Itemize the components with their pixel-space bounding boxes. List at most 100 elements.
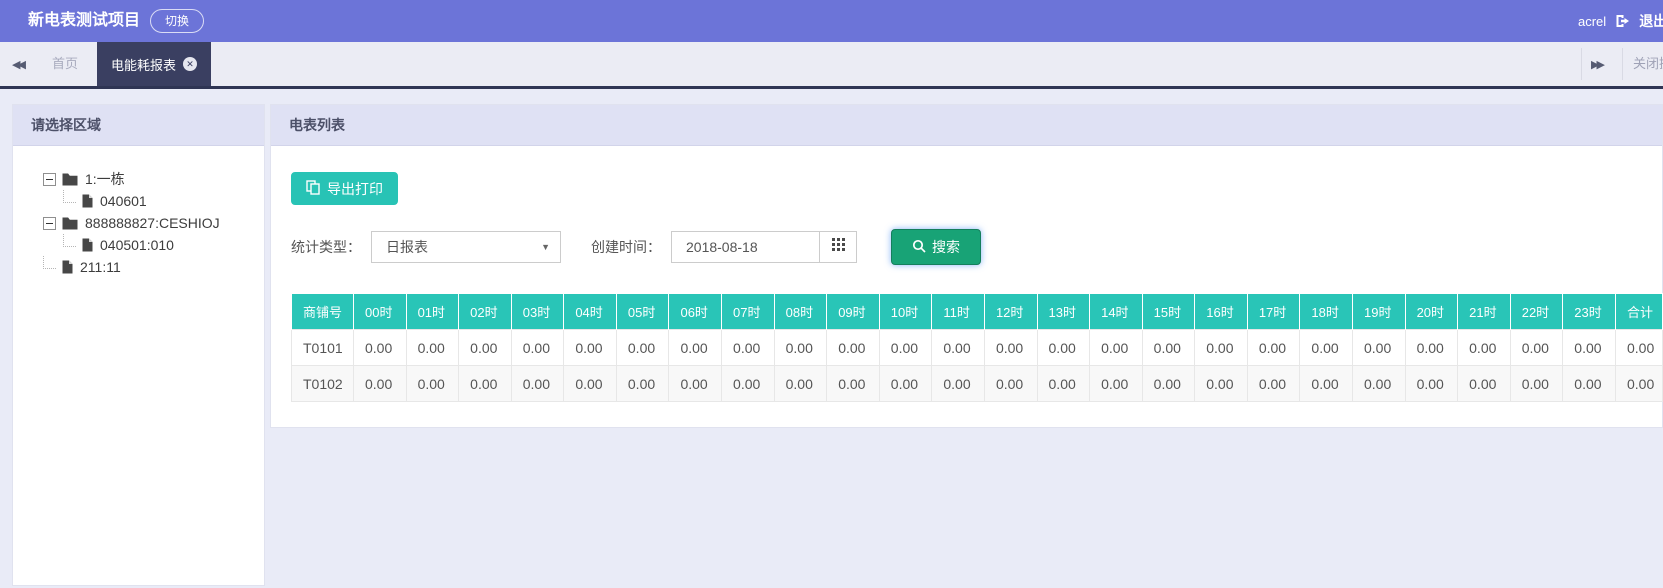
table-cell: 0.00 bbox=[511, 330, 564, 366]
meter-table-head-row: 商铺号00时01时02时03时04时05时06时07时08时09时10时11时1… bbox=[292, 294, 1663, 330]
column-header: 03时 bbox=[511, 294, 564, 330]
table-cell: 0.00 bbox=[406, 366, 459, 402]
table-cell: 0.00 bbox=[1405, 366, 1458, 402]
tree-connector-line bbox=[63, 234, 76, 247]
table-cell: 0.00 bbox=[1510, 366, 1563, 402]
search-button[interactable]: 搜索 bbox=[891, 229, 981, 265]
table-cell: 0.00 bbox=[1247, 330, 1300, 366]
tree-node-label: 888888827:CESHIOJ bbox=[85, 215, 220, 231]
column-header: 23时 bbox=[1563, 294, 1616, 330]
stat-type-select[interactable]: 日报表 ▼ bbox=[371, 231, 561, 263]
column-header: 19时 bbox=[1352, 294, 1405, 330]
create-time-input[interactable] bbox=[671, 231, 819, 263]
tab-energy-report-label: 电能耗报表 bbox=[111, 55, 176, 74]
meter-list-panel: 电表列表 导出打印 统计类型： 日报表 ▼ 创建时间： bbox=[270, 104, 1663, 428]
table-cell: 0.00 bbox=[1037, 366, 1090, 402]
table-cell: 0.00 bbox=[1405, 330, 1458, 366]
tabbar-divider bbox=[1622, 48, 1623, 80]
export-print-button[interactable]: 导出打印 bbox=[291, 172, 398, 205]
table-cell: 0.00 bbox=[616, 330, 669, 366]
column-header: 22时 bbox=[1510, 294, 1563, 330]
tabs-scroll-left-button[interactable]: ◀◀ bbox=[12, 42, 26, 86]
username-label: acrel bbox=[1578, 14, 1606, 29]
close-operations-menu[interactable]: 关闭操作 bbox=[1633, 42, 1663, 86]
tree-node-label: 211:11 bbox=[80, 259, 121, 275]
column-header: 13时 bbox=[1037, 294, 1090, 330]
column-header: 11时 bbox=[932, 294, 985, 330]
tab-bar: ◀◀ 首页 电能耗报表 ✕ ▶▶ 关闭操作 bbox=[0, 42, 1663, 89]
table-cell: 0.00 bbox=[354, 366, 407, 402]
tree-collapse-toggle[interactable] bbox=[43, 173, 56, 186]
table-cell: 0.00 bbox=[1616, 366, 1663, 402]
table-cell: 0.00 bbox=[879, 366, 932, 402]
table-cell: 0.00 bbox=[564, 366, 617, 402]
logout-button[interactable]: 退出 bbox=[1639, 11, 1663, 31]
double-chevron-right-icon: ▶▶ bbox=[1591, 58, 1602, 71]
column-header: 15时 bbox=[1142, 294, 1195, 330]
table-cell: 0.00 bbox=[1090, 366, 1143, 402]
tree-node-file[interactable]: 040601 bbox=[43, 190, 254, 212]
close-tab-icon[interactable]: ✕ bbox=[183, 57, 197, 71]
column-header: 16时 bbox=[1195, 294, 1248, 330]
switch-project-button[interactable]: 切换 bbox=[150, 9, 204, 33]
tree-node-label: 040501:010 bbox=[100, 237, 174, 253]
app-root: 新电表测试项目 切换 acrel 退出 ◀◀ 首页 电能耗报表 ✕ ▶▶ 关闭操… bbox=[0, 0, 1663, 588]
table-cell: 0.00 bbox=[459, 366, 512, 402]
tree-node-file[interactable]: 211:11 bbox=[43, 256, 254, 278]
export-print-label: 导出打印 bbox=[327, 179, 383, 199]
calendar-grid-icon bbox=[832, 238, 845, 256]
stat-type-selected-value: 日报表 bbox=[386, 237, 428, 257]
filter-row: 统计类型： 日报表 ▼ 创建时间： bbox=[291, 229, 1662, 265]
area-tree: 1:一栋 040601 888888827:CESHIOJ 040501:010 211… bbox=[13, 146, 264, 278]
tree-node-folder[interactable]: 888888827:CESHIOJ bbox=[43, 212, 254, 234]
folder-icon bbox=[62, 173, 78, 186]
file-icon bbox=[82, 238, 93, 252]
column-header: 20时 bbox=[1405, 294, 1458, 330]
column-header: 05时 bbox=[616, 294, 669, 330]
column-header: 商铺号 bbox=[292, 294, 354, 330]
top-navbar: 新电表测试项目 切换 acrel 退出 bbox=[0, 0, 1663, 42]
calendar-picker-button[interactable] bbox=[819, 231, 857, 263]
meter-table-body: T01010.000.000.000.000.000.000.000.000.0… bbox=[292, 330, 1663, 402]
sign-out-icon[interactable] bbox=[1615, 14, 1630, 28]
tabs-scroll-right-button[interactable]: ▶▶ bbox=[1591, 42, 1605, 86]
table-cell: 0.00 bbox=[722, 330, 775, 366]
table-cell: 0.00 bbox=[774, 366, 827, 402]
table-cell: 0.00 bbox=[1563, 366, 1616, 402]
tab-home[interactable]: 首页 bbox=[40, 42, 90, 86]
table-cell: 0.00 bbox=[932, 330, 985, 366]
column-header: 07时 bbox=[722, 294, 775, 330]
column-header: 12时 bbox=[984, 294, 1037, 330]
file-icon bbox=[62, 260, 73, 274]
search-icon bbox=[912, 239, 926, 256]
table-cell: 0.00 bbox=[1300, 330, 1353, 366]
table-cell: 0.00 bbox=[564, 330, 617, 366]
column-header: 21时 bbox=[1458, 294, 1511, 330]
tab-energy-report[interactable]: 电能耗报表 ✕ bbox=[97, 42, 211, 86]
tree-node-file[interactable]: 040501:010 bbox=[43, 234, 254, 256]
table-cell: 0.00 bbox=[1458, 330, 1511, 366]
tree-node-label: 040601 bbox=[100, 193, 147, 209]
meter-table: 商铺号00时01时02时03时04时05时06时07时08时09时10时11时1… bbox=[291, 293, 1663, 402]
tree-collapse-toggle[interactable] bbox=[43, 217, 56, 230]
tabbar-divider bbox=[1581, 48, 1582, 80]
copy-document-icon bbox=[306, 180, 320, 198]
table-cell: 0.00 bbox=[1352, 330, 1405, 366]
search-button-label: 搜索 bbox=[932, 237, 960, 257]
table-cell: 0.00 bbox=[827, 366, 880, 402]
table-row: T01010.000.000.000.000.000.000.000.000.0… bbox=[292, 330, 1663, 366]
table-cell: 0.00 bbox=[1142, 366, 1195, 402]
column-header: 08时 bbox=[774, 294, 827, 330]
project-title: 新电表测试项目 bbox=[28, 0, 140, 42]
table-row: T01020.000.000.000.000.000.000.000.000.0… bbox=[292, 366, 1663, 402]
table-cell: 0.00 bbox=[984, 330, 1037, 366]
tree-node-folder[interactable]: 1:一栋 bbox=[43, 168, 254, 190]
create-time-label: 创建时间： bbox=[591, 237, 661, 257]
table-cell: 0.00 bbox=[722, 366, 775, 402]
chevron-down-icon: ▼ bbox=[541, 242, 550, 252]
stat-type-label: 统计类型： bbox=[291, 237, 361, 257]
table-cell: 0.00 bbox=[879, 330, 932, 366]
column-header: 00时 bbox=[354, 294, 407, 330]
column-header: 04时 bbox=[564, 294, 617, 330]
table-cell: 0.00 bbox=[774, 330, 827, 366]
